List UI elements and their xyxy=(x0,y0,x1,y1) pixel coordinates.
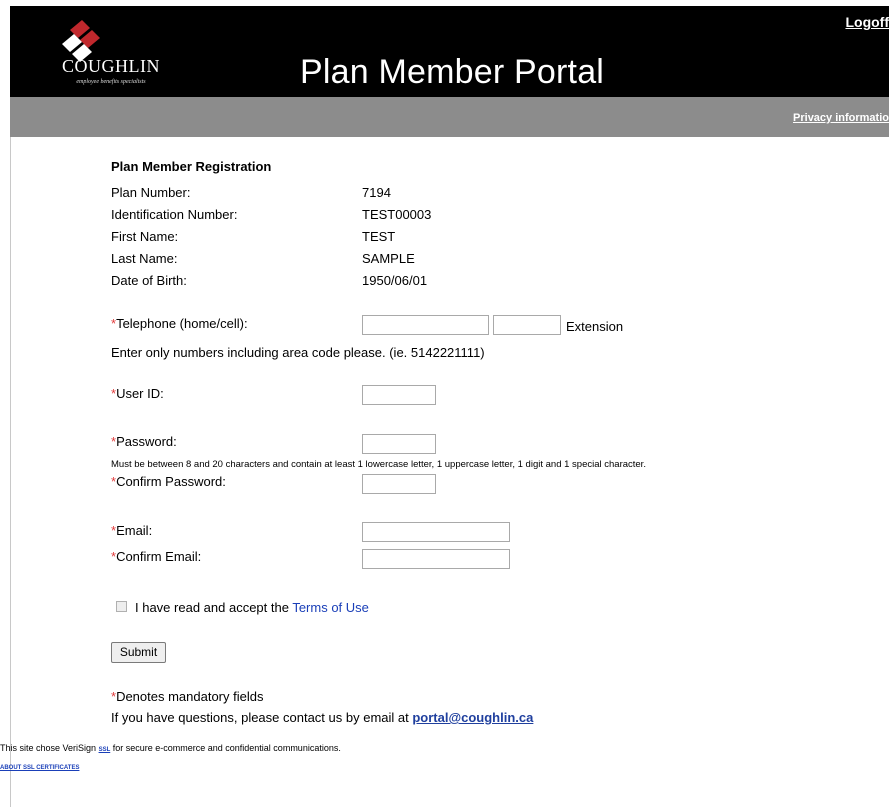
registration-heading: Plan Member Registration xyxy=(111,159,272,174)
password-hint: Must be between 8 and 20 characters and … xyxy=(111,459,646,470)
password-label-text: Password: xyxy=(116,434,177,449)
date-of-birth-value: 1950/06/01 xyxy=(362,273,428,288)
logo-tagline: employee benefits specialists xyxy=(76,79,146,85)
extension-label: Extension xyxy=(566,319,624,334)
password-label: *Password: xyxy=(111,434,177,449)
ssl-link[interactable]: SSL xyxy=(99,747,111,753)
mandatory-note-text: Denotes mandatory fields xyxy=(116,689,264,704)
confirm-password-label: *Confirm Password: xyxy=(111,474,226,489)
about-ssl-link-text[interactable]: ABOUT SSL CERTIFICATES xyxy=(0,765,79,771)
terms-of-use-link[interactable]: Terms of Use xyxy=(292,600,369,615)
page-title: Plan Member Portal xyxy=(300,53,605,91)
last-name-value: SAMPLE xyxy=(362,251,415,266)
confirm-password-input[interactable] xyxy=(362,474,436,494)
contact-line: If you have questions, please contact us… xyxy=(111,710,533,725)
telephone-hint: Enter only numbers including area code p… xyxy=(111,345,485,360)
submit-button[interactable]: Submit xyxy=(111,642,166,663)
first-name-value: TEST xyxy=(362,229,396,244)
userid-label-text: User ID: xyxy=(116,386,164,401)
confirm-email-label-text: Confirm Email: xyxy=(116,549,202,564)
terms-prefix: I have read and accept the xyxy=(135,600,293,615)
terms-label: I have read and accept the Terms of Use xyxy=(135,600,369,615)
identification-number-label: Identification Number: xyxy=(111,207,238,222)
email-input[interactable] xyxy=(362,522,510,542)
plan-number-value: 7194 xyxy=(362,185,391,200)
coughlin-logo: COUGHLIN employee benefits specialists xyxy=(46,16,176,94)
plan-number-label: Plan Number: xyxy=(111,185,191,200)
logoff-link[interactable]: Logoff xyxy=(845,14,889,30)
password-input[interactable] xyxy=(362,434,436,454)
email-label: *Email: xyxy=(111,523,152,538)
confirm-password-label-text: Confirm Password: xyxy=(116,474,226,489)
contact-email-link[interactable]: portal@coughlin.ca xyxy=(412,710,533,725)
mandatory-note: *Denotes mandatory fields xyxy=(111,689,263,704)
ssl-notice: This site chose VeriSign SSL for secure … xyxy=(0,743,341,753)
site-header: COUGHLIN employee benefits specialists P… xyxy=(10,6,889,97)
email-label-text: Email: xyxy=(116,523,153,538)
telephone-input[interactable] xyxy=(362,315,489,335)
userid-label: *User ID: xyxy=(111,386,164,401)
privacy-link[interactable]: Privacy informatio xyxy=(793,112,889,124)
extension-input[interactable] xyxy=(493,315,561,335)
first-name-label: First Name: xyxy=(111,229,179,244)
confirm-email-input[interactable] xyxy=(362,549,510,569)
ssl-suffix: for secure e-commerce and confidential c… xyxy=(110,743,341,753)
telephone-label-text: Telephone (home/cell): xyxy=(116,316,248,331)
telephone-label: *Telephone (home/cell): xyxy=(111,316,248,331)
terms-checkbox[interactable] xyxy=(116,601,127,612)
date-of-birth-label: Date of Birth: xyxy=(111,273,187,288)
confirm-email-label: *Confirm Email: xyxy=(111,549,201,564)
last-name-label: Last Name: xyxy=(111,251,178,266)
logo-text: COUGHLIN xyxy=(62,56,160,76)
contact-text: If you have questions, please contact us… xyxy=(111,710,413,725)
userid-input[interactable] xyxy=(362,385,436,405)
info-bar: Privacy informatio xyxy=(10,97,889,137)
ssl-prefix: This site chose VeriSign xyxy=(0,743,99,753)
about-ssl-link[interactable]: ABOUT SSL CERTIFICATES xyxy=(0,757,79,772)
identification-number-value: TEST00003 xyxy=(362,207,432,222)
